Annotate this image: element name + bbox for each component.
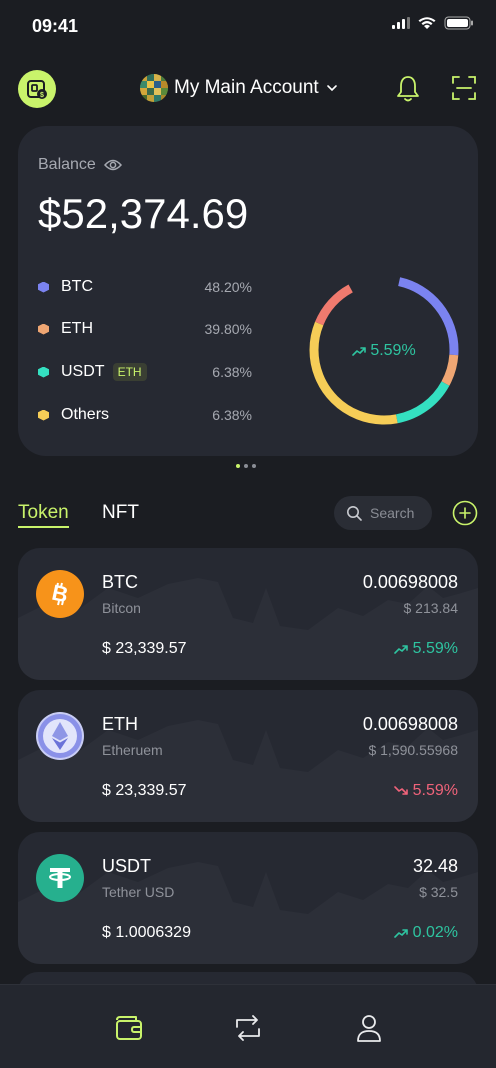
allocation-color-dot <box>38 323 49 335</box>
svg-text:$: $ <box>40 92 44 99</box>
account-name: My Main Account <box>174 77 319 98</box>
add-token-icon[interactable] <box>452 500 478 526</box>
token-fiat-value: $ 1,590.55968 <box>368 742 458 758</box>
token-card-usdt[interactable]: USDT Tether USD 32.48 $ 32.5 $ 1.0006329… <box>18 832 478 964</box>
token-fiat-value: $ 32.5 <box>419 884 458 900</box>
token-change: 0.02% <box>393 924 458 942</box>
tab-token[interactable]: Token <box>18 502 69 528</box>
search-input[interactable]: Search <box>334 496 432 530</box>
token-symbol: BTC <box>102 572 138 592</box>
account-switcher[interactable]: My Main Account <box>140 74 339 102</box>
token-card-btc[interactable]: B BTC Bitcon 0.00698008 $ 213.84 $ 23,33… <box>18 548 478 680</box>
balance-change-value: 5.59% <box>370 342 416 359</box>
token-name: Etheruem <box>102 742 163 758</box>
balance-card: Balance $52,374.69 BTC 48.20% ETH 39.80%… <box>18 126 478 456</box>
search-icon <box>347 506 362 521</box>
token-name: Tether USD <box>102 884 175 900</box>
allocation-percent: 6.38% <box>212 407 252 423</box>
allocation-color-dot <box>38 409 49 421</box>
pager-dot-active[interactable] <box>236 464 240 468</box>
allocation-color-dot <box>38 281 49 293</box>
balance-change: 5.59% <box>304 342 464 360</box>
status-bar: 09:41 <box>0 0 496 54</box>
allocation-name: BTC <box>61 278 93 295</box>
allocation-others: Others 6.38% <box>38 404 252 426</box>
allocation-percent: 48.20% <box>204 279 252 295</box>
allocation-color-dot <box>38 366 49 378</box>
allocation-name: USDT <box>61 363 105 380</box>
token-symbol: USDT <box>102 856 151 876</box>
scan-icon[interactable] <box>450 74 478 102</box>
wifi-icon <box>418 16 436 29</box>
bottom-nav <box>0 984 496 1068</box>
allocation-usdt: USDT ETH 6.38% <box>38 361 252 383</box>
token-change-value: 5.59% <box>412 640 458 657</box>
ethereum-icon <box>36 712 84 760</box>
token-price: $ 1.0006329 <box>102 924 191 941</box>
bitcoin-icon: B <box>36 570 84 618</box>
svg-text:B: B <box>50 580 71 607</box>
token-name: Bitcon <box>102 600 141 616</box>
token-fiat-value: $ 213.84 <box>403 600 459 616</box>
carousel-pager[interactable] <box>236 464 256 468</box>
bell-icon[interactable] <box>394 74 422 104</box>
token-symbol: ETH <box>102 714 138 734</box>
allocation-eth: ETH 39.80% <box>38 318 252 340</box>
trend-up-icon <box>352 346 367 356</box>
trend-up-icon <box>393 929 408 938</box>
balance-label-row: Balance <box>38 156 122 174</box>
wallet-icon[interactable] <box>112 1011 146 1045</box>
top-bar: $ My Main Account <box>0 68 496 112</box>
token-change: 5.59% <box>393 640 458 658</box>
signal-icon <box>392 17 410 29</box>
account-avatar <box>140 74 168 102</box>
allocation-name: ETH <box>61 320 93 337</box>
token-change-value: 5.59% <box>412 782 458 799</box>
allocation-donut-chart: 5.59% <box>304 270 464 430</box>
allocation-percent: 39.80% <box>204 321 252 337</box>
eye-icon[interactable] <box>103 158 122 172</box>
token-card-eth[interactable]: ETH Etheruem 0.00698008 $ 1,590.55968 $ … <box>18 690 478 822</box>
token-amount: 32.48 <box>412 856 458 876</box>
search-placeholder: Search <box>370 505 415 521</box>
token-price: $ 23,339.57 <box>102 640 187 657</box>
allocation-percent: 6.38% <box>212 364 252 380</box>
wallet-logo-icon[interactable]: $ <box>18 70 56 108</box>
tether-icon <box>36 854 84 902</box>
pager-dot[interactable] <box>252 464 256 468</box>
token-change: 5.59% <box>393 782 458 800</box>
allocation-name: Others <box>61 406 110 423</box>
swap-icon[interactable] <box>231 1011 265 1045</box>
battery-icon <box>444 16 473 30</box>
token-change-value: 0.02% <box>412 924 458 941</box>
chevron-down-icon <box>326 85 337 92</box>
sparkline-background <box>18 862 478 964</box>
token-amount: 0.00698008 <box>362 572 458 592</box>
balance-label: Balance <box>38 156 96 173</box>
token-amount: 0.00698008 <box>362 714 458 734</box>
trend-up-icon <box>393 645 408 654</box>
tab-nft[interactable]: NFT <box>102 502 139 524</box>
status-time: 09:41 <box>32 16 79 36</box>
status-icons <box>392 16 474 30</box>
profile-icon[interactable] <box>352 1011 386 1045</box>
allocation-btc: BTC 48.20% <box>38 276 252 298</box>
token-price: $ 23,339.57 <box>102 782 187 799</box>
network-tag: ETH <box>112 363 147 381</box>
pager-dot[interactable] <box>244 464 248 468</box>
balance-value: $52,374.69 <box>38 190 249 237</box>
trend-down-icon <box>393 786 408 795</box>
asset-tabs: Token NFT Search <box>18 496 478 536</box>
